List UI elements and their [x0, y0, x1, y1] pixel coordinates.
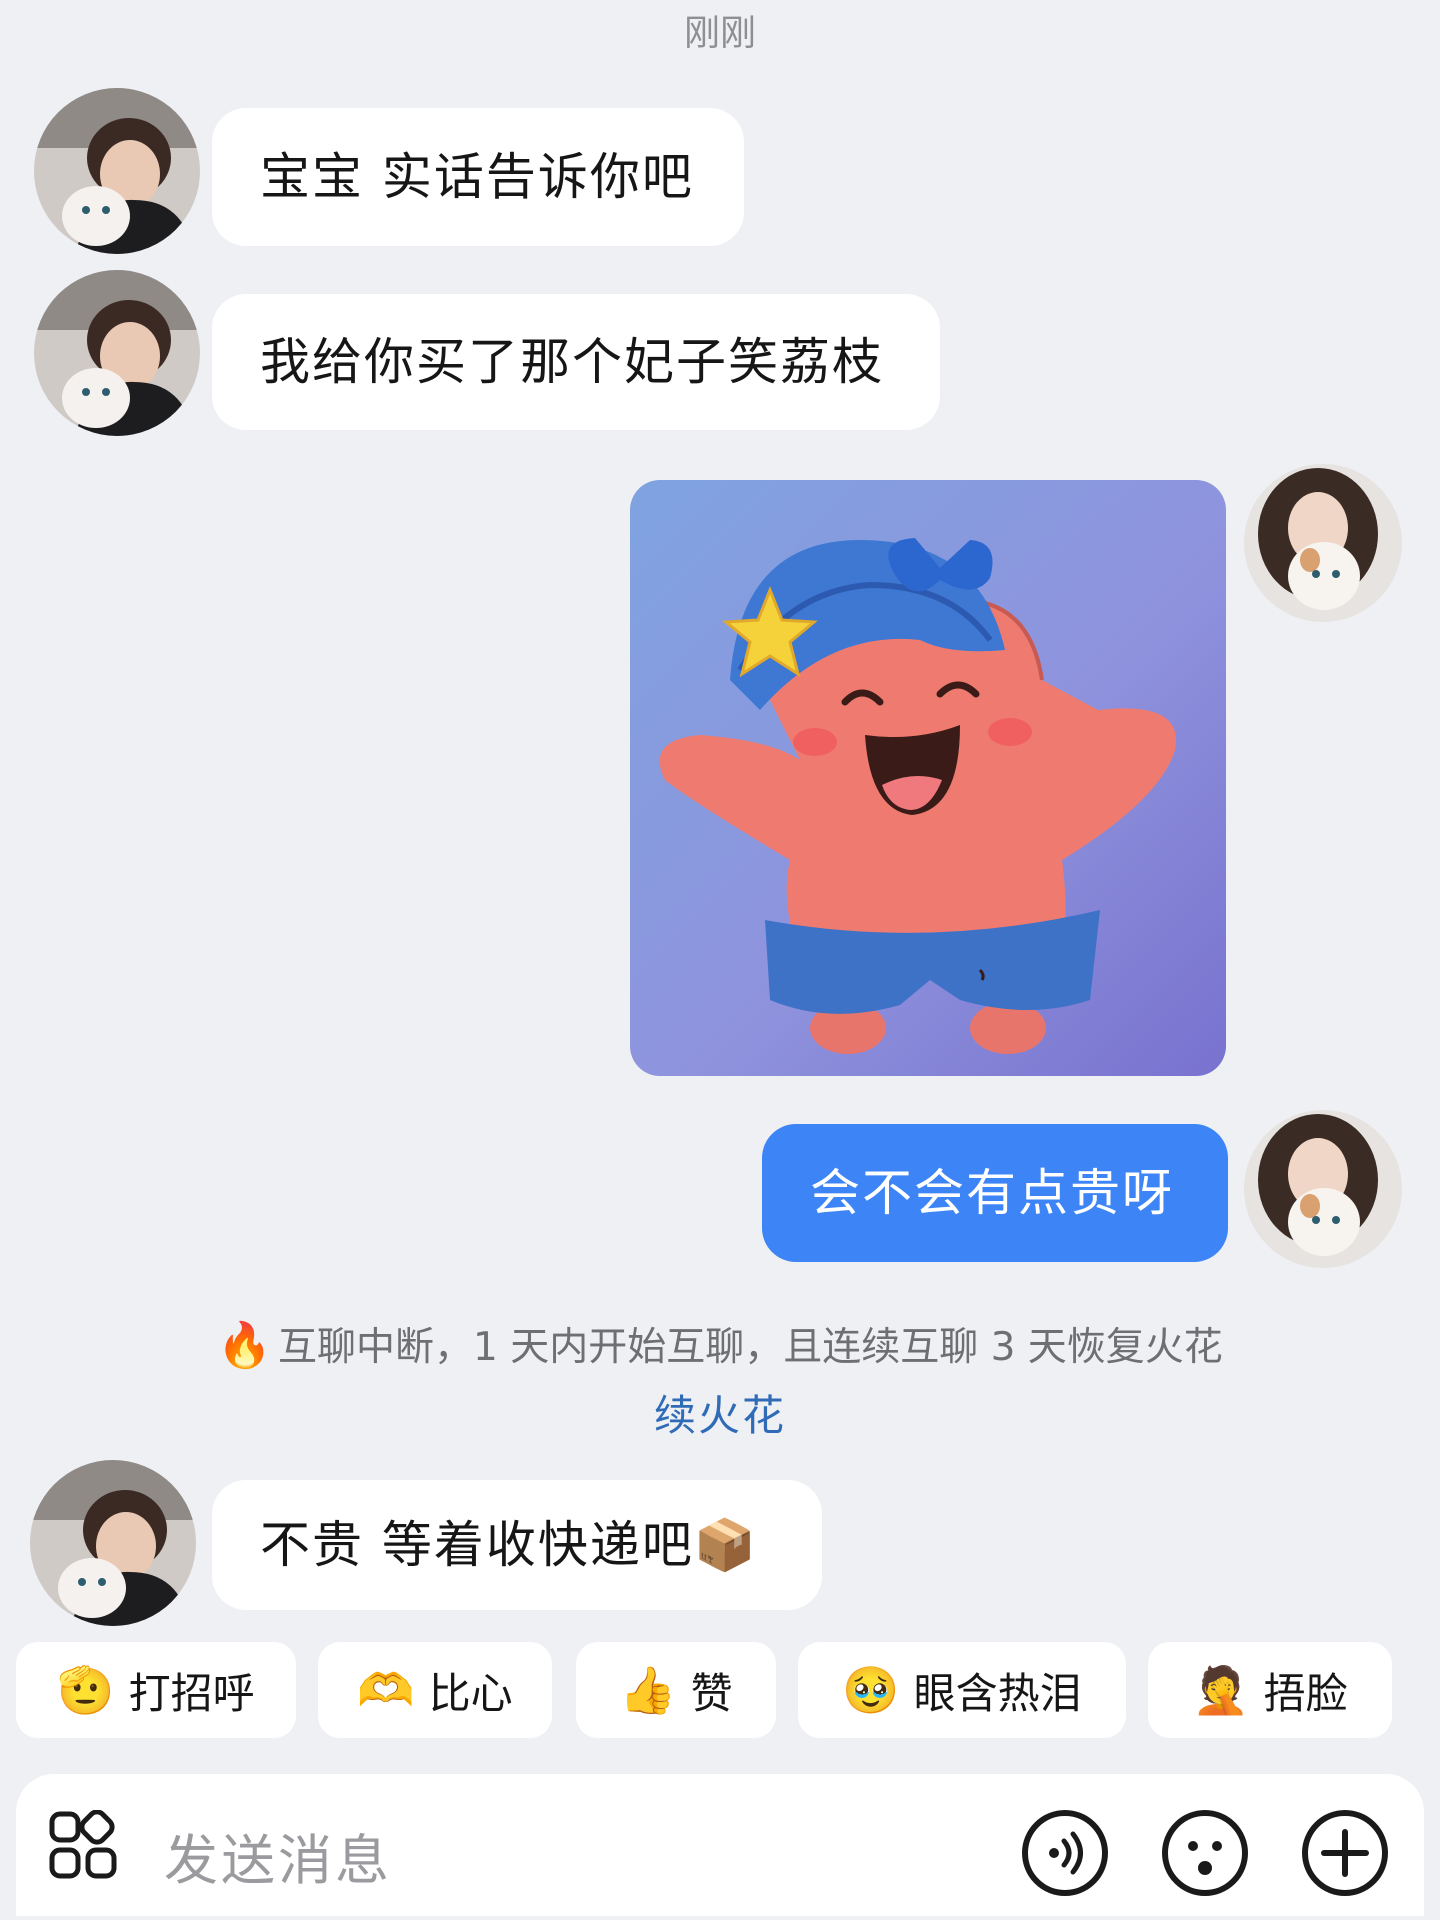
contact-avatar[interactable]: [30, 1460, 196, 1626]
fire-icon: 🔥: [217, 1320, 272, 1371]
my-avatar[interactable]: [1244, 1110, 1402, 1268]
timestamp: 刚刚: [683, 13, 756, 54]
facepalm-emoji-icon: 🤦: [1192, 1662, 1250, 1717]
chip-label: 赞: [690, 1668, 733, 1718]
message-text: 会不会有点贵呀: [810, 1164, 1174, 1222]
chip-label: 打招呼: [128, 1668, 255, 1718]
chip-label: 眼含热泪: [913, 1668, 1082, 1718]
chip-label: 捂脸: [1263, 1668, 1348, 1718]
my-message-bubble[interactable]: 会不会有点贵呀: [762, 1124, 1228, 1262]
renew-spark-link[interactable]: 续火花: [0, 1382, 1440, 1443]
message-input-bar: 发送消息: [16, 1774, 1424, 1916]
happy-starfish-sticker[interactable]: [630, 480, 1226, 1076]
message-bubble[interactable]: 不贵 等着收快递吧📦: [212, 1480, 822, 1610]
quick-reply-chip[interactable]: 🫶 比心: [318, 1642, 552, 1738]
contact-avatar[interactable]: [34, 88, 200, 254]
my-avatar[interactable]: [1244, 464, 1402, 622]
quick-reply-chip[interactable]: 👍 赞: [576, 1642, 776, 1738]
salute-emoji-icon: 🫡: [57, 1662, 115, 1717]
message-text: 不贵 等着收快递吧📦: [260, 1516, 759, 1574]
quick-reply-bar: 🫡 打招呼 🫶 比心 👍 赞 🥹 眼含热泪 🤦 捂脸: [16, 1642, 1440, 1738]
chip-label: 比心: [428, 1668, 513, 1718]
emoji-icon[interactable]: [1160, 1808, 1250, 1898]
voice-icon[interactable]: [1020, 1808, 1110, 1898]
quick-reply-chip[interactable]: 🤦 捂脸: [1148, 1642, 1392, 1738]
teary-eyes-emoji-icon: 🥹: [842, 1662, 900, 1717]
message-bubble[interactable]: 我给你买了那个妃子笑荔枝: [212, 294, 940, 430]
contact-avatar[interactable]: [34, 270, 200, 436]
spark-notice: 🔥 互聊中断，1 天内开始互聊，且连续互聊 3 天恢复火花: [0, 1316, 1440, 1372]
apps-grid-icon[interactable]: [48, 1809, 120, 1882]
message-text: 宝宝 实话告诉你吧: [260, 148, 694, 206]
message-text: 我给你买了那个妃子笑荔枝: [260, 333, 884, 391]
quick-reply-chip[interactable]: 🫡 打招呼: [16, 1642, 296, 1738]
message-bubble[interactable]: 宝宝 实话告诉你吧: [212, 108, 744, 246]
message-input[interactable]: 发送消息: [164, 1816, 392, 1895]
quick-reply-chip[interactable]: 🥹 眼含热泪: [798, 1642, 1126, 1738]
heart-hands-emoji-icon: 🫶: [357, 1662, 415, 1717]
thumbs-up-emoji-icon: 👍: [619, 1662, 677, 1717]
spark-notice-text: 互聊中断，1 天内开始互聊，且连续互聊 3 天恢复火花: [277, 1325, 1223, 1370]
plus-icon[interactable]: [1300, 1808, 1390, 1898]
